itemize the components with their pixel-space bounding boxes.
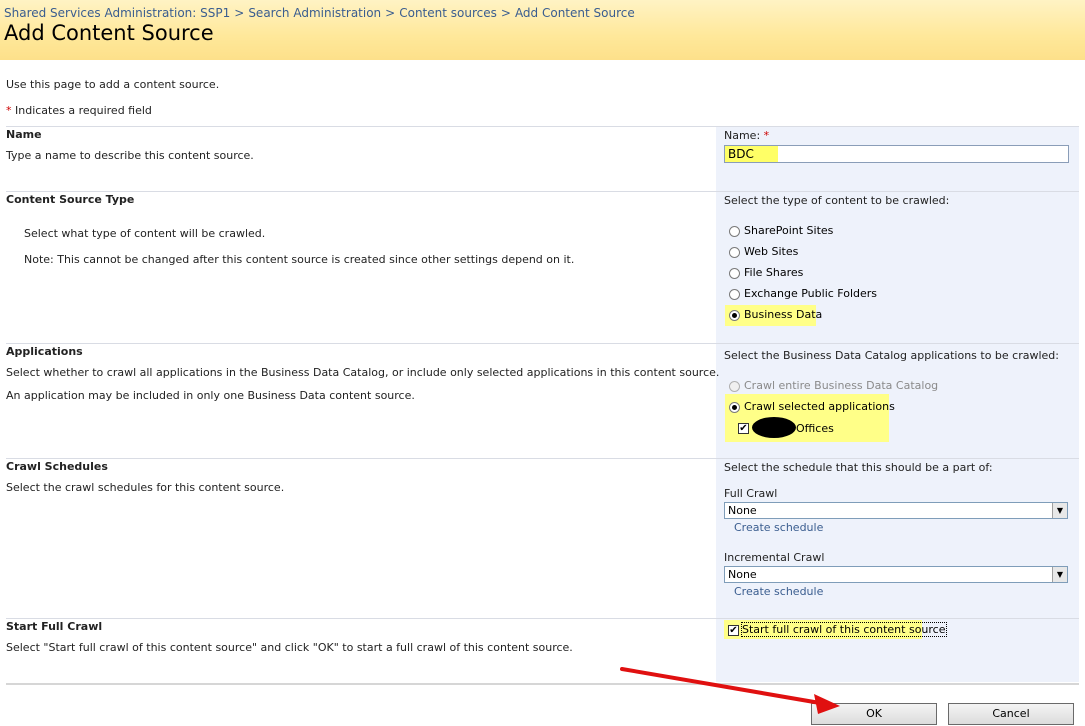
red-arrow-annotation	[620, 667, 840, 714]
